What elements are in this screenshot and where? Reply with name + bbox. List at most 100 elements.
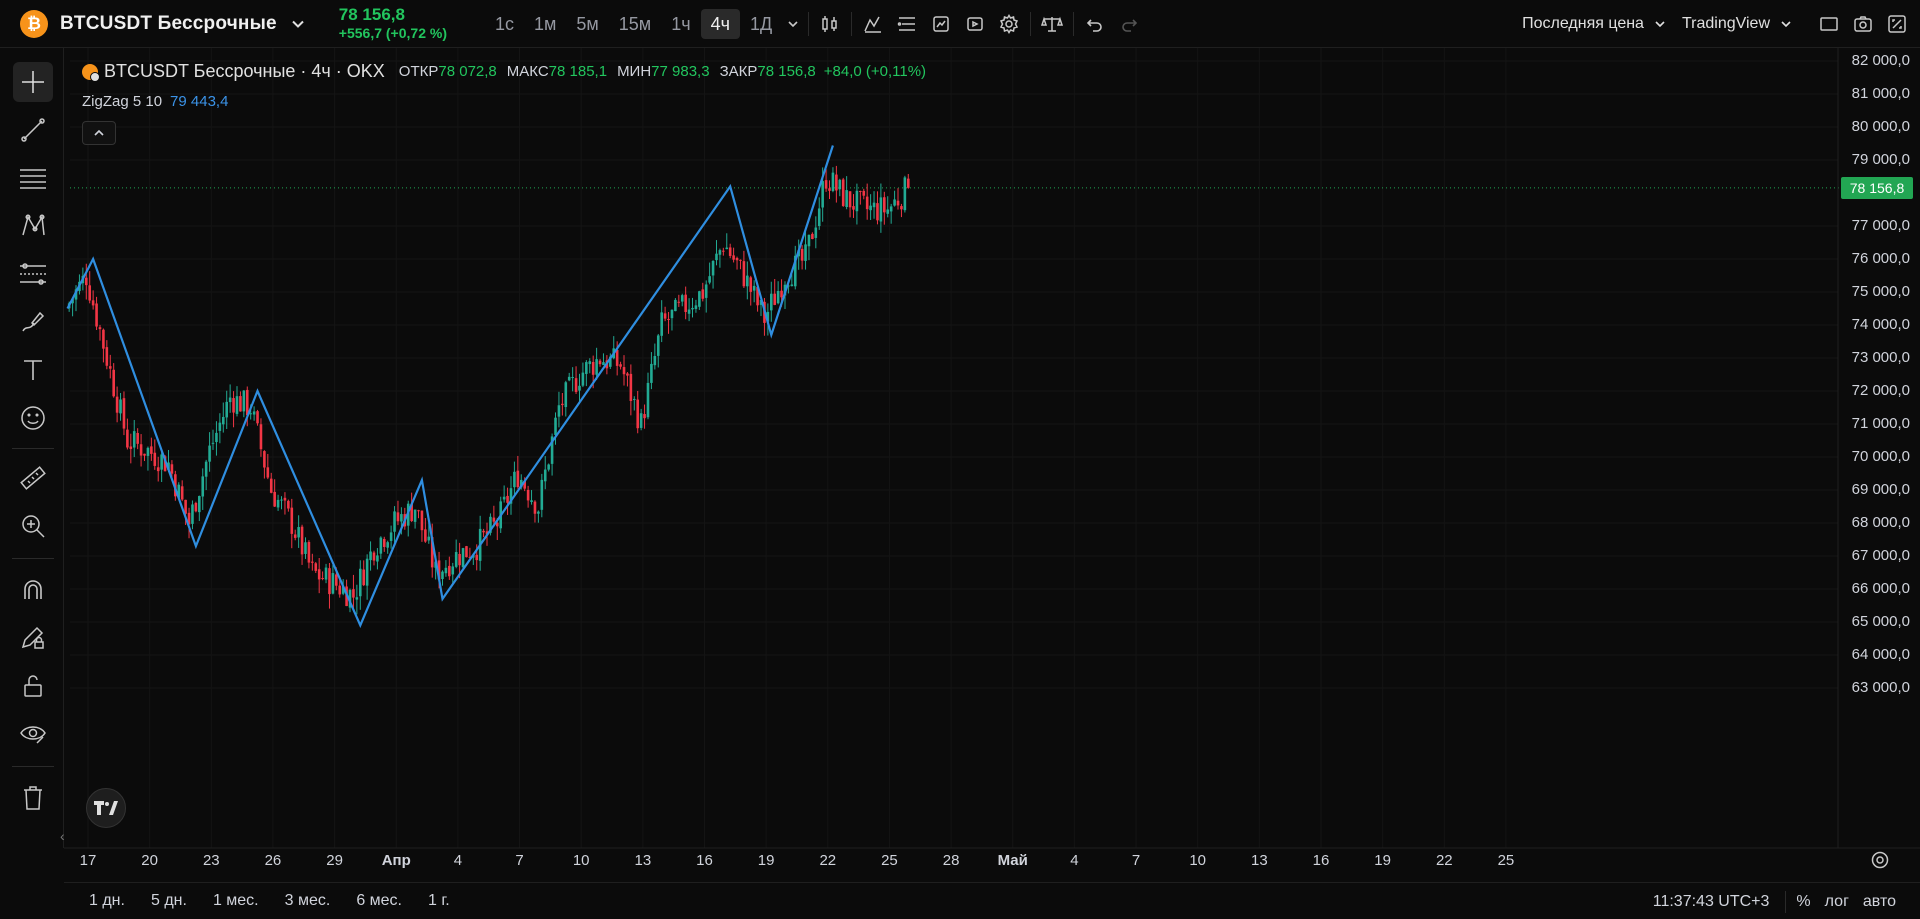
redo-icon[interactable] <box>1112 7 1146 41</box>
interval-1h[interactable]: 1ч <box>661 9 700 39</box>
candle-body <box>365 558 369 586</box>
object-tree-icon[interactable] <box>890 7 924 41</box>
price-type-dropdown[interactable]: Последняя цена <box>1514 15 1674 33</box>
price-scale-label: 68 000,0 <box>1851 514 1910 531</box>
open-label: ОТКР <box>398 63 439 80</box>
interval-4h[interactable]: 4ч <box>700 8 740 39</box>
symbol-name[interactable]: BTCUSDT Бессрочные <box>60 13 277 35</box>
interval-5m[interactable]: 5м <box>566 9 608 39</box>
candle-body <box>639 413 643 428</box>
time-axis-label: 19 <box>1374 852 1391 869</box>
layout-icon[interactable] <box>1812 7 1846 41</box>
crosshair-icon[interactable] <box>13 62 53 102</box>
range-3m[interactable]: 3 мес. <box>272 892 344 910</box>
interval-1s[interactable]: 1с <box>485 9 524 39</box>
time-axis-label: 10 <box>572 852 590 869</box>
candle-body <box>838 179 842 190</box>
candle-body <box>598 360 602 365</box>
collapse-legend-button[interactable] <box>82 121 116 145</box>
gear-icon[interactable] <box>992 7 1026 41</box>
interval-15m[interactable]: 15м <box>609 9 661 39</box>
candle-body <box>389 532 393 541</box>
candle-body <box>581 372 585 386</box>
candle-body <box>95 303 98 327</box>
zoom-in-icon[interactable] <box>13 506 53 546</box>
auto-toggle[interactable]: авто <box>1863 893 1896 911</box>
candle-body <box>369 551 372 561</box>
candle-body <box>612 348 616 359</box>
indicators-icon[interactable] <box>856 7 890 41</box>
range-1y[interactable]: 1 г. <box>415 892 463 910</box>
candle-body <box>307 542 311 563</box>
undo-icon[interactable] <box>1078 7 1112 41</box>
price-scale-label: 81 000,0 <box>1851 85 1910 102</box>
text-icon[interactable] <box>13 350 53 390</box>
price-scale-label: 76 000,0 <box>1851 250 1910 267</box>
compare-icon[interactable] <box>1035 7 1069 41</box>
camera-icon[interactable] <box>1846 7 1880 41</box>
percent-toggle[interactable]: % <box>1796 893 1810 911</box>
chevron-down-icon[interactable] <box>291 17 305 31</box>
candle-body <box>591 361 595 375</box>
candle-body <box>763 301 766 323</box>
forecast-icon[interactable] <box>13 254 53 294</box>
candle-body <box>465 546 468 558</box>
eye-icon[interactable] <box>13 714 53 754</box>
range-6m[interactable]: 6 мес. <box>343 892 415 910</box>
symbol-selector[interactable]: ₿ BTCUSDT Бессрочные <box>0 0 305 48</box>
magnet-icon[interactable] <box>13 570 53 610</box>
candle-body <box>643 414 646 419</box>
interval-1d[interactable]: 1Д <box>740 9 782 39</box>
candle-body <box>91 300 95 306</box>
time-axis-label: 25 <box>881 852 898 869</box>
candle-body <box>266 467 270 478</box>
horizontal-lines-icon[interactable] <box>13 158 53 198</box>
price-scale-label: 67 000,0 <box>1851 547 1910 564</box>
candle-body <box>519 479 523 488</box>
tradingview-logo-icon[interactable] <box>86 788 126 828</box>
candle-body <box>900 206 903 210</box>
scale-settings-icon[interactable] <box>1870 850 1890 873</box>
candle-body <box>814 227 818 238</box>
candle-body <box>153 452 157 466</box>
source-dropdown[interactable]: TradingView <box>1674 15 1800 33</box>
clock[interactable]: 11:37:43 UTC+3 <box>1653 893 1770 911</box>
replay-icon[interactable] <box>958 7 992 41</box>
brush-icon[interactable] <box>13 302 53 342</box>
trash-icon[interactable] <box>13 778 53 818</box>
candle-body <box>684 294 687 312</box>
candles-icon[interactable] <box>813 7 847 41</box>
legend-title[interactable]: BTCUSDT Бессрочные · 4ч · OKX <box>104 61 385 82</box>
alerts-icon[interactable] <box>924 7 958 41</box>
indicator-legend[interactable]: ZigZag 5 10 79 443,4 <box>82 93 228 110</box>
log-toggle[interactable]: лог <box>1825 893 1849 911</box>
candle-body <box>883 197 886 213</box>
candle-body <box>502 496 506 500</box>
candle-body <box>588 361 592 365</box>
range-1m[interactable]: 1 мес. <box>200 892 272 910</box>
separator <box>12 448 54 449</box>
pattern-icon[interactable] <box>13 206 53 246</box>
candle-body <box>725 247 729 250</box>
unlock-icon[interactable] <box>13 666 53 706</box>
time-axis-label: 4 <box>1070 852 1079 869</box>
bottom-toolbar: 1 дн. 5 дн. 1 мес. 3 мес. 6 мес. 1 г. 11… <box>64 882 1920 919</box>
trend-line-icon[interactable] <box>13 110 53 150</box>
price-chart[interactable] <box>0 0 1920 919</box>
interval-1m[interactable]: 1м <box>524 9 566 39</box>
candle-body <box>769 293 773 311</box>
ruler-icon[interactable] <box>13 458 53 498</box>
candle-body <box>358 568 362 597</box>
interval-chevron-down-icon[interactable] <box>782 7 804 41</box>
candle-body <box>393 511 396 532</box>
candle-body <box>509 488 513 504</box>
collapse-toolbar-icon[interactable]: ‹ <box>60 828 65 844</box>
candle-body <box>742 261 746 287</box>
range-1d[interactable]: 1 дн. <box>76 892 138 910</box>
range-5d[interactable]: 5 дн. <box>138 892 200 910</box>
lock-drawing-icon[interactable] <box>13 618 53 658</box>
candle-body <box>561 403 564 406</box>
emoji-icon[interactable] <box>13 398 53 438</box>
fullscreen-icon[interactable] <box>1880 7 1914 41</box>
candle-body <box>749 277 753 292</box>
